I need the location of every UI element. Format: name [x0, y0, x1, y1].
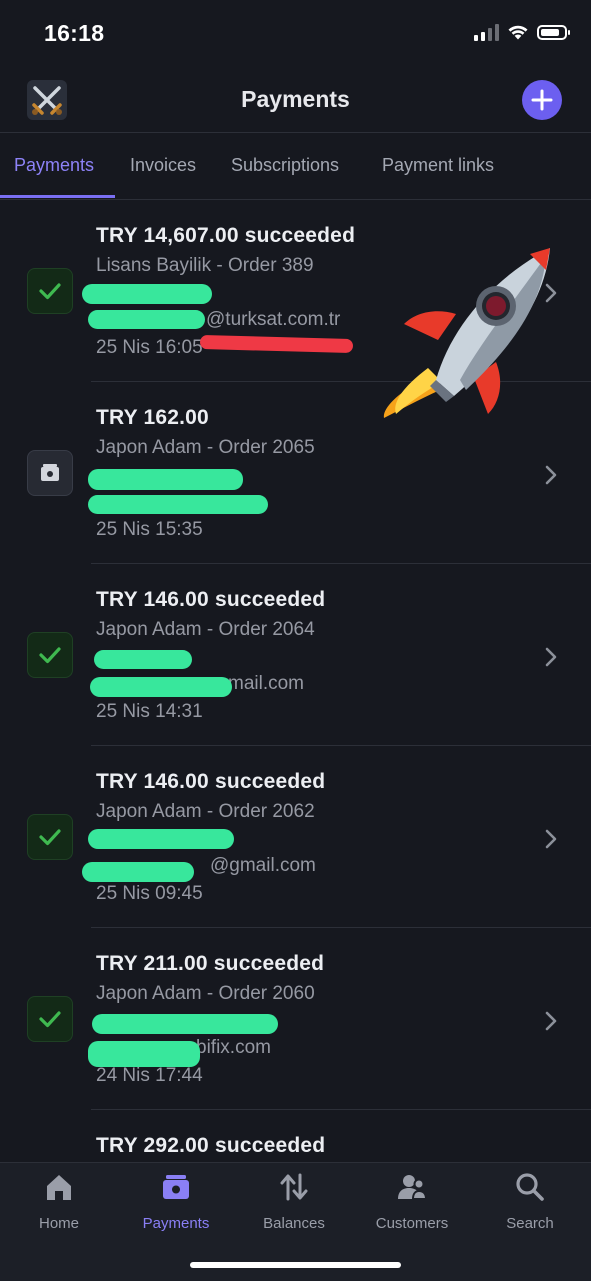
tab-bar-label: Search — [506, 1215, 554, 1232]
tab-bar-customers[interactable]: Customers — [353, 1171, 471, 1232]
payments-icon — [163, 1175, 189, 1199]
payment-amount: TRY 146.00 succeeded — [96, 588, 326, 611]
customer-email: bifix.com — [196, 1037, 271, 1058]
redaction-mark — [90, 677, 232, 697]
payment-row[interactable]: TRY 211.00 succeeded Japon Adam - Order … — [0, 928, 591, 1110]
customer-email: @gmail.com — [210, 855, 316, 876]
tab-bar-search[interactable]: Search — [471, 1171, 589, 1232]
page-title: Payments — [241, 86, 350, 112]
succeeded-check-icon — [27, 632, 73, 678]
redaction-mark — [88, 310, 205, 329]
payment-description: Japon Adam - Order 2065 — [96, 437, 315, 458]
chevron-right-icon — [545, 829, 557, 849]
payment-row[interactable]: TRY 146.00 succeeded Japon Adam - Order … — [0, 564, 591, 746]
succeeded-check-icon — [27, 814, 73, 860]
tab-strip: Payments Invoices Subscriptions Payment … — [0, 133, 591, 200]
tab-bar-home[interactable]: Home — [0, 1171, 118, 1232]
tab-bar-payments[interactable]: Payments — [117, 1171, 235, 1232]
uncaptured-payment-icon — [27, 450, 73, 496]
payment-description: Japon Adam - Order 2062 — [96, 801, 315, 822]
plus-icon — [531, 89, 553, 111]
payment-date: 25 Nis 14:31 — [96, 701, 203, 722]
tab-invoices[interactable]: Invoices — [130, 155, 196, 176]
chevron-right-icon — [545, 647, 557, 667]
tab-bar-label: Payments — [142, 1215, 210, 1232]
customer-email: @turksat.com.tr — [206, 309, 341, 330]
redaction-mark — [94, 650, 192, 669]
redaction-mark — [88, 495, 268, 514]
redaction-mark — [88, 469, 243, 490]
redaction-mark — [82, 284, 212, 304]
payment-list[interactable]: TRY 14,607.00 succeeded Lisans Bayilik -… — [0, 200, 591, 1160]
payment-date: 25 Nis 16:05 — [96, 337, 203, 358]
redaction-mark — [88, 1041, 200, 1067]
payment-description: Lisans Bayilik - Order 389 — [96, 255, 314, 276]
search-icon — [516, 1173, 544, 1201]
succeeded-check-icon — [27, 996, 73, 1042]
tab-payments[interactable]: Payments — [14, 155, 94, 176]
payment-date: 24 Nis 17:44 — [96, 1065, 203, 1086]
payment-amount: TRY 211.00 succeeded — [96, 952, 325, 975]
payment-description: Japon Adam - Order 2064 — [96, 619, 315, 640]
chevron-right-icon — [545, 465, 557, 485]
payment-amount: TRY 14,607.00 succeeded — [96, 224, 356, 247]
tab-payment-links[interactable]: Payment links — [382, 155, 494, 176]
redaction-mark — [88, 829, 234, 849]
payment-description: Japon Adam - Order 2060 — [96, 983, 315, 1004]
balances-icon — [280, 1173, 308, 1201]
home-icon — [47, 1175, 71, 1200]
chevron-right-icon — [545, 1011, 557, 1031]
redaction-mark — [199, 334, 354, 354]
active-tab-indicator — [0, 195, 115, 198]
tab-bar-label: Balances — [263, 1215, 325, 1232]
payment-date: 25 Nis 09:45 — [96, 883, 203, 904]
status-bar: 16:18 — [0, 0, 591, 70]
payment-row[interactable]: TRY 292.00 succeeded — [0, 1110, 591, 1160]
payment-amount: TRY 146.00 succeeded — [96, 770, 326, 793]
rocket-sticker-icon — [383, 248, 550, 418]
tab-subscriptions[interactable]: Subscriptions — [231, 155, 339, 176]
wifi-icon — [508, 25, 528, 40]
tab-bar-label: Home — [38, 1215, 79, 1232]
add-button[interactable] — [522, 80, 562, 120]
tab-bar-balances[interactable]: Balances — [235, 1171, 353, 1232]
payment-amount: TRY 162.00 — [96, 406, 209, 429]
customer-email: mail.com — [228, 673, 305, 694]
payment-row[interactable]: TRY 146.00 succeeded Japon Adam - Order … — [0, 746, 591, 928]
payment-date: 25 Nis 15:35 — [96, 519, 203, 540]
status-time: 16:18 — [44, 20, 105, 46]
payment-amount: TRY 292.00 succeeded — [96, 1134, 326, 1157]
customers-icon — [398, 1175, 428, 1200]
battery-icon — [537, 25, 570, 40]
app-header: Payments — [0, 70, 591, 133]
home-indicator[interactable] — [190, 1262, 401, 1268]
status-icons — [474, 24, 570, 41]
tab-bar-label: Customers — [375, 1215, 449, 1232]
cellular-signal-icon — [474, 24, 499, 41]
redaction-mark — [92, 1014, 278, 1034]
redaction-mark — [82, 862, 194, 882]
succeeded-check-icon — [27, 268, 73, 314]
